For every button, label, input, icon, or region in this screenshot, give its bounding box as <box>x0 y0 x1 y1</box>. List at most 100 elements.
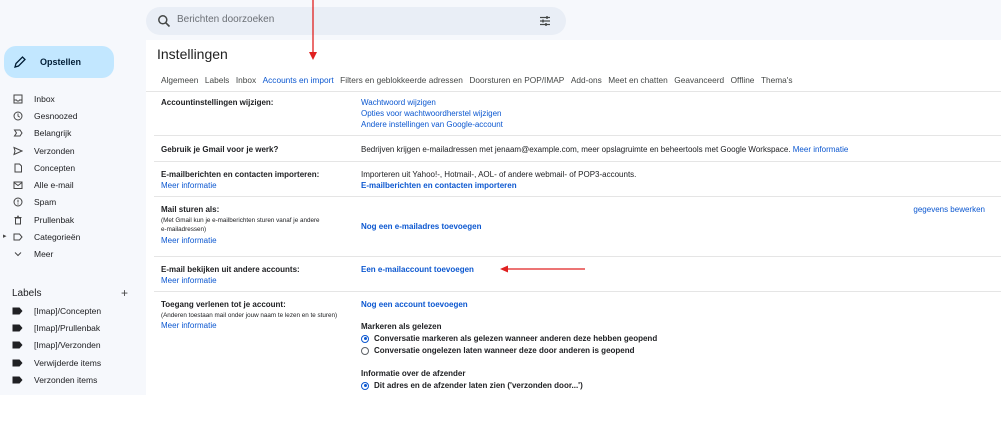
mark-read-heading: Markeren als gelezen <box>361 322 442 331</box>
edit-info-link[interactable]: gegevens bewerken <box>913 205 985 214</box>
send-as-more-link[interactable]: Meer informatie <box>161 236 217 245</box>
sidebar: Opstellen Inbox Gesnoozed Belangrijk Ver… <box>0 40 146 395</box>
label-icon <box>12 307 23 315</box>
search-box[interactable]: Berichten doorzoeken <box>146 7 566 35</box>
send-as-description-2: e-mailadressen) <box>161 226 207 233</box>
sidebar-item-label: Categorieën <box>34 232 81 243</box>
sidebar-item-label: Verzonden <box>34 145 75 156</box>
trash-icon <box>14 215 22 225</box>
tab-meet-chat[interactable]: Meet en chatten <box>608 75 668 85</box>
option-label: Conversatie markeren als gelezen wanneer… <box>374 334 658 343</box>
search-icon <box>158 15 171 28</box>
label-item-text: Verzonden items <box>34 374 98 385</box>
grant-access-more-link[interactable]: Meer informatie <box>161 321 217 330</box>
label-icon <box>12 324 23 332</box>
sidebar-item-snoozed[interactable]: Gesnoozed <box>0 107 146 124</box>
recovery-options-link[interactable]: Opties voor wachtwoordherstel wijzigen <box>361 109 502 118</box>
search-input[interactable]: Berichten doorzoeken <box>177 14 274 25</box>
label-item[interactable]: [Imap]/Concepten <box>0 302 146 319</box>
radio-unselected-icon[interactable] <box>361 346 369 355</box>
draft-icon <box>14 163 22 173</box>
sidebar-item-drafts[interactable]: Concepten <box>0 159 146 176</box>
mark-read-option-2[interactable]: Conversatie ongelezen laten wanneer deze… <box>361 346 635 355</box>
chevron-down-icon <box>14 252 22 257</box>
sidebar-item-label: Concepten <box>34 162 76 173</box>
sidebar-item-important[interactable]: Belangrijk <box>0 125 146 142</box>
label-item-text: [Imap]/Concepten <box>34 305 102 316</box>
settings-tabs: Algemeen Labels Inbox Accounts en import… <box>161 75 799 85</box>
google-account-settings-link[interactable]: Andere instellingen van Google-account <box>361 120 503 129</box>
settings-row-check-mail: E-mail bekijken uit andere accounts: Mee… <box>146 257 1001 292</box>
tab-labels[interactable]: Labels <box>205 75 229 85</box>
sidebar-item-spam[interactable]: Spam <box>0 194 146 211</box>
pencil-icon <box>14 56 26 68</box>
tab-advanced[interactable]: Geavanceerd <box>674 75 724 85</box>
workspace-more-link[interactable]: Meer informatie <box>793 145 849 154</box>
label-item[interactable]: [Imap]/Prullenbak <box>0 319 146 336</box>
clock-icon <box>13 111 23 121</box>
label-list: [Imap]/Concepten [Imap]/Prullenbak [Imap… <box>0 302 146 388</box>
sidebar-item-sent[interactable]: Verzonden <box>0 142 146 159</box>
sidebar-item-label: Spam <box>34 197 57 208</box>
sidebar-item-label: Prullenbak <box>34 214 75 225</box>
label-item[interactable]: [Imap]/Verzonden <box>0 337 146 354</box>
import-mail-contacts-link[interactable]: E-mailberichten en contacten importeren <box>361 181 517 190</box>
label-item-text: [Imap]/Verzonden <box>34 340 101 351</box>
compose-label: Opstellen <box>40 57 82 67</box>
sidebar-item-all-mail[interactable]: Alle e-mail <box>0 176 146 193</box>
import-more-link[interactable]: Meer informatie <box>161 181 217 190</box>
spam-icon <box>13 197 23 207</box>
row-label: Accountinstellingen wijzigen: <box>161 98 274 107</box>
sidebar-item-inbox[interactable]: Inbox <box>0 90 146 107</box>
settings-row-grant-access: Toegang verlenen tot je account: (Andere… <box>146 292 1001 395</box>
row-label: Toegang verlenen tot je account: <box>161 300 286 309</box>
tab-offline[interactable]: Offline <box>731 75 755 85</box>
add-another-account-link[interactable]: Nog een account toevoegen <box>361 300 468 309</box>
add-mail-account-link[interactable]: Een e-mailaccount toevoegen <box>361 265 474 274</box>
search-options-icon[interactable] <box>538 14 552 28</box>
add-label-button[interactable]: + <box>121 286 128 300</box>
add-email-address-link[interactable]: Nog een e-mailadres toevoegen <box>361 222 481 231</box>
change-password-link[interactable]: Wachtwoord wijzigen <box>361 98 436 107</box>
important-icon <box>13 129 23 137</box>
compose-button[interactable]: Opstellen <box>4 46 114 78</box>
all-mail-icon <box>13 181 23 190</box>
workspace-text: Bedrijven krijgen e-mailadressen met jen… <box>361 145 848 154</box>
page-title: Instellingen <box>157 46 228 62</box>
settings-row-send-as: Mail sturen als: (Met Gmail kun je e-mai… <box>146 197 1001 257</box>
sidebar-item-trash[interactable]: Prullenbak <box>0 211 146 228</box>
tab-forwarding[interactable]: Doorsturen en POP/IMAP <box>469 75 564 85</box>
tab-filters[interactable]: Filters en geblokkeerde adressen <box>340 75 463 85</box>
option-label: Dit adres en de afzender laten zien ('ve… <box>374 381 583 390</box>
mark-read-option-1[interactable]: Conversatie markeren als gelezen wanneer… <box>361 334 657 343</box>
label-item[interactable]: Verwijderde items <box>0 354 146 371</box>
settings-row-work: Gebruik je Gmail voor je werk? Bedrijven… <box>146 136 1001 162</box>
send-as-description-1: (Met Gmail kun je e-mailberichten sturen… <box>161 217 320 224</box>
check-mail-more-link[interactable]: Meer informatie <box>161 276 217 285</box>
top-bar: Berichten doorzoeken <box>0 0 1001 40</box>
label-item[interactable]: Verzonden items <box>0 371 146 388</box>
row-label: E-mail bekijken uit andere accounts: <box>161 265 300 274</box>
tab-accounts-import[interactable]: Accounts en import <box>263 75 334 85</box>
radio-selected-icon[interactable] <box>361 381 369 390</box>
send-icon <box>13 146 23 155</box>
sender-info-option-1[interactable]: Dit adres en de afzender laten zien ('ve… <box>361 381 583 390</box>
sidebar-item-label: Alle e-mail <box>34 180 74 191</box>
page-bottom <box>0 395 1001 440</box>
sidebar-item-categories[interactable]: ▸ Categorieën <box>0 228 146 245</box>
tab-inbox[interactable]: Inbox <box>236 75 256 85</box>
label-icon <box>12 376 23 384</box>
row-label: Gebruik je Gmail voor je werk? <box>161 145 279 154</box>
sidebar-item-more[interactable]: Meer <box>0 246 146 263</box>
expand-caret-icon[interactable]: ▸ <box>3 232 7 240</box>
import-description: Importeren uit Yahoo!-, Hotmail-, AOL- o… <box>361 170 637 179</box>
tab-themes[interactable]: Thema's <box>761 75 793 85</box>
radio-selected-icon[interactable] <box>361 334 369 343</box>
settings-row-import: E-mailberichten en contacten importeren:… <box>146 162 1001 197</box>
tab-general[interactable]: Algemeen <box>161 75 198 85</box>
label-item-text: Verwijderde items <box>34 357 102 368</box>
sidebar-item-label: Meer <box>34 249 54 260</box>
sidebar-item-label: Inbox <box>34 93 55 104</box>
tab-addons[interactable]: Add-ons <box>571 75 602 85</box>
grant-access-description: (Anderen toestaan mail onder jouw naam t… <box>161 312 338 319</box>
